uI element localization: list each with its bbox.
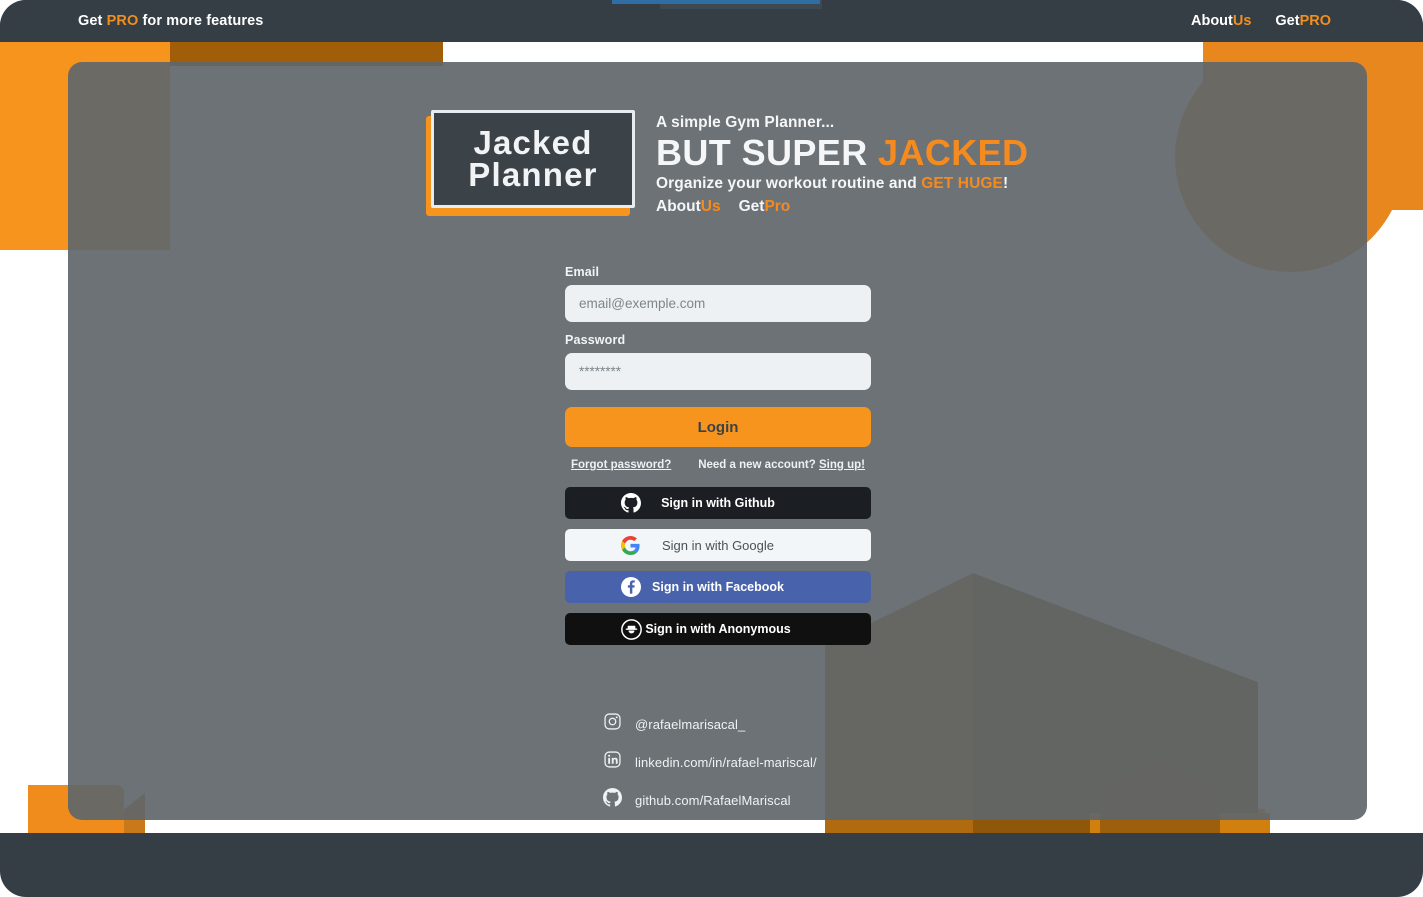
field-spacer (565, 322, 871, 333)
email-label: Email (565, 265, 600, 279)
nav-about-us[interactable]: AboutUs (1191, 13, 1251, 29)
main-content: Jacked Planner A simple Gym Planner... B… (0, 0, 1423, 897)
top-navbar-links: AboutUs GetPRO (1191, 13, 1331, 29)
tagline-sub-tail: ! (1002, 175, 1009, 193)
tagline-small: A simple Gym Planner... (656, 114, 835, 131)
logo-box: Jacked Planner (431, 110, 635, 208)
email-input[interactable] (565, 285, 871, 322)
tagline-block: A simple Gym Planner... BUT SUPER JACKED… (656, 110, 1028, 216)
tagline-link-about-accent: Us (700, 198, 721, 216)
signin-facebook-button[interactable]: Sign in with Facebook (565, 571, 871, 603)
anonymous-icon (621, 618, 642, 640)
signup-prompt: Need a new account? Sing up! (698, 459, 865, 471)
footer-social-links: @rafaelmarisacal_ linkedin.com/in/rafael… (603, 712, 817, 812)
tagline-headline-white: BUT SUPER (656, 132, 879, 173)
footer-link-instagram[interactable]: @rafaelmarisacal_ (603, 712, 817, 736)
social-signin-list: Sign in with Github Sign in with Google (565, 487, 871, 645)
tagline-sub-accent: GET HUGE (921, 175, 1003, 193)
footer-link-linkedin-label: linkedin.com/in/rafael-mariscal/ (635, 754, 817, 770)
signin-anonymous-label: Sign in with Anonymous (645, 622, 791, 636)
login-form: Email Password Login Forgot password? Ne… (565, 265, 871, 645)
get-pro-banner-accent: PRO (106, 13, 139, 29)
need-account-label: Need a new account? (698, 459, 816, 471)
signin-google-button[interactable]: Sign in with Google (565, 529, 871, 561)
get-pro-banner-prefix: Get (78, 13, 107, 29)
password-input[interactable] (565, 353, 871, 390)
tagline-headline-accent: JACKED (878, 132, 1029, 173)
brand-header: Jacked Planner A simple Gym Planner... B… (426, 110, 1028, 216)
signin-facebook-label: Sign in with Facebook (652, 580, 784, 594)
footer-link-github-label: github.com/RafaelMariscal (635, 792, 791, 808)
github-icon (603, 788, 622, 812)
login-button[interactable]: Login (565, 407, 871, 447)
footer-link-instagram-label: @rafaelmarisacal_ (635, 716, 746, 732)
tagline-sub-white: Organize your workout routine and (656, 175, 922, 193)
nav-get-pro[interactable]: GetPRO (1275, 13, 1331, 29)
tagline-link-get-accent: Pro (764, 198, 791, 216)
tagline-link-about-us[interactable]: AboutUs (656, 198, 721, 216)
tagline-link-get-white: Get (738, 198, 765, 216)
logo-line-2: Planner (468, 156, 598, 193)
tagline-sub: Organize your workout routine and GET HU… (656, 175, 1028, 193)
form-helper-links: Forgot password? Need a new account? Sin… (565, 459, 871, 471)
forgot-password-link[interactable]: Forgot password? (571, 459, 671, 471)
nav-about-us-white: About (1190, 13, 1233, 29)
footer-link-github[interactable]: github.com/RafaelMariscal (603, 788, 817, 812)
nav-get-pro-white: Get (1275, 13, 1300, 29)
linkedin-icon (603, 750, 622, 774)
nav-about-us-accent: Us (1232, 13, 1252, 29)
signin-github-label: Sign in with Github (661, 496, 775, 510)
google-icon (621, 535, 640, 555)
browser-tab-active-indicator (612, 0, 820, 4)
footer-link-linkedin[interactable]: linkedin.com/in/rafael-mariscal/ (603, 750, 817, 774)
github-icon (621, 493, 641, 513)
logo-line-1: Jacked (473, 124, 593, 162)
logo[interactable]: Jacked Planner (426, 110, 635, 216)
get-pro-banner-suffix: for more features (138, 13, 264, 29)
instagram-icon (603, 712, 622, 736)
tagline-links: AboutUs GetPro (656, 198, 1028, 216)
get-pro-banner[interactable]: Get PRO for more features (78, 13, 263, 29)
tagline-headline: BUT SUPER JACKED (656, 132, 1028, 173)
signin-github-button[interactable]: Sign in with Github (565, 487, 871, 519)
facebook-icon (621, 577, 641, 597)
signin-google-label: Sign in with Google (661, 537, 774, 553)
signup-link[interactable]: Sing up! (819, 459, 865, 471)
tagline-link-get-pro[interactable]: GetPro (739, 198, 791, 216)
app-root: Get PRO for more features AboutUs GetPRO… (0, 0, 1423, 897)
signin-anonymous-button[interactable]: Sign in with Anonymous (565, 613, 871, 645)
nav-get-pro-accent: PRO (1299, 13, 1331, 29)
password-label: Password (565, 333, 626, 347)
tagline-link-about-white: About (656, 198, 701, 216)
